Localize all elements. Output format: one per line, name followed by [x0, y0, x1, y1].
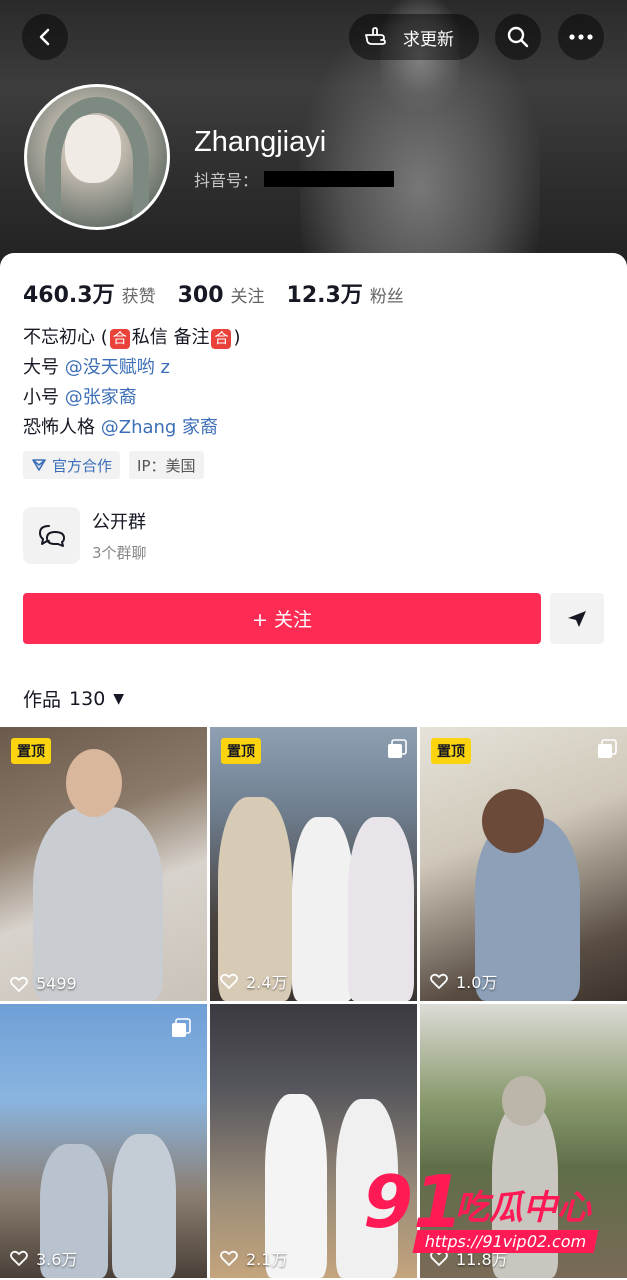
bio-line-1-mid: 私信 备注 — [131, 327, 210, 348]
bio-line-2-prefix: 大号 — [23, 357, 65, 378]
tile-2-person-2 — [292, 817, 354, 1001]
video-likes-count: 2.4万 — [246, 973, 288, 992]
hand-point-icon — [365, 27, 386, 45]
stat-following-value: 300 — [177, 283, 224, 308]
bio-line-4-prefix: 恐怖人格 — [23, 417, 101, 438]
video-likes-count: 3.6万 — [36, 1250, 78, 1269]
bio-line-4: 恐怖人格 @Zhang 家裔 — [23, 413, 241, 443]
request-update-button[interactable]: 求更新 — [349, 14, 479, 60]
search-button[interactable] — [495, 14, 541, 60]
stat-likes[interactable]: 460.3万 获赞 — [23, 277, 156, 309]
bio-link-main-account[interactable]: @没天赋哟 z — [65, 357, 170, 378]
multi-image-icon — [388, 739, 407, 758]
heart-icon — [220, 1250, 238, 1266]
username: Zhangjiayi — [194, 126, 327, 158]
more-button[interactable] — [558, 14, 604, 60]
heart-icon — [10, 976, 28, 992]
pinned-badge: 置顶 — [431, 738, 471, 764]
heart-icon — [430, 973, 448, 989]
bio-glyph-2: 合 — [211, 329, 232, 349]
follow-button[interactable]: + 关注 — [23, 593, 541, 644]
douyin-id-label: 抖音号： — [194, 171, 259, 190]
bio-link-persona-account[interactable]: @Zhang 家裔 — [101, 417, 218, 438]
bio-line-3-prefix: 小号 — [23, 387, 65, 408]
public-group-entry[interactable]: 公开群 3个群聊 — [23, 507, 147, 564]
bio-glyph-1: 合 — [109, 329, 130, 349]
stat-followers-value: 12.3万 — [286, 283, 363, 308]
more-dots-icon — [569, 34, 593, 40]
search-icon — [507, 26, 529, 48]
tile-1-person — [33, 807, 163, 1001]
works-label: 作品 — [23, 689, 62, 711]
stat-following[interactable]: 300 关注 — [178, 282, 265, 308]
watermark-text: 吃瓜中心 — [455, 1188, 591, 1228]
bio: 不忘初心 (合私信 备注合) 大号 @没天赋哟 z 小号 @张家裔 恐怖人格 @… — [23, 323, 241, 443]
heart-icon — [220, 973, 238, 989]
avatar-face — [65, 115, 121, 183]
tag-official-cooperation[interactable]: 官方合作 — [23, 451, 121, 479]
tile-3-head — [482, 789, 544, 853]
bio-line-1-suffix: ) — [233, 327, 241, 348]
bio-line-3: 小号 @张家裔 — [23, 383, 241, 413]
video-likes: 5499 — [10, 974, 77, 993]
group-chat-icon-box — [23, 507, 80, 564]
bio-line-1-prefix: 不忘初心 ( — [23, 327, 108, 348]
multi-image-icon — [172, 1018, 191, 1037]
video-tile-2[interactable]: 置顶 2.4万 — [210, 727, 417, 1001]
group-title: 公开群 — [92, 512, 146, 533]
video-likes-count: 2.1万 — [246, 1250, 288, 1269]
back-button[interactable] — [22, 14, 68, 60]
stat-likes-label: 获赞 — [121, 287, 156, 307]
video-likes: 2.4万 — [220, 969, 287, 993]
tag-ip-label: IP：美国 — [137, 456, 196, 475]
chevron-left-icon — [39, 28, 50, 46]
stats-row: 460.3万 获赞 300 关注 12.3万 粉丝 — [23, 277, 426, 309]
watermark-url: https://91vip02.com — [412, 1230, 599, 1253]
works-tab[interactable]: 作品 130 ▼ — [23, 685, 124, 712]
tile-2-person-3 — [348, 817, 414, 1001]
bio-line-2: 大号 @没天赋哟 z — [23, 353, 241, 383]
video-likes: 3.6万 — [10, 1246, 77, 1270]
avatar[interactable] — [24, 84, 170, 230]
official-cooperation-icon — [32, 459, 46, 471]
request-update-label: 求更新 — [403, 29, 454, 50]
send-arrow-icon — [568, 610, 586, 627]
chat-bubbles-icon — [38, 524, 65, 547]
group-text: 公开群 3个群聊 — [92, 508, 147, 563]
video-tile-4[interactable]: 3.6万 — [0, 1004, 207, 1278]
bio-link-alt-account[interactable]: @张家裔 — [65, 387, 137, 408]
pinned-badge: 置顶 — [11, 738, 51, 764]
share-button[interactable] — [550, 593, 604, 644]
stat-following-label: 关注 — [230, 287, 265, 307]
video-likes-count: 1.0万 — [456, 973, 498, 992]
pinned-badge: 置顶 — [221, 738, 261, 764]
multi-image-icon — [598, 739, 617, 758]
video-likes: 1.0万 — [430, 969, 497, 993]
profile-tags: 官方合作 IP：美国 — [23, 451, 213, 479]
tag-official-label: 官方合作 — [52, 456, 113, 475]
caret-down-icon: ▼ — [113, 690, 125, 707]
heart-icon — [10, 1250, 28, 1266]
stat-followers[interactable]: 12.3万 粉丝 — [287, 277, 404, 309]
works-count: 130 — [69, 687, 106, 710]
watermark: 91 吃瓜中心 https://91vip02.com — [355, 1160, 615, 1260]
video-tile-1[interactable]: 置顶 5499 — [0, 727, 207, 1001]
bio-line-1: 不忘初心 (合私信 备注合) — [23, 323, 241, 353]
tile-4-person-2 — [112, 1134, 176, 1278]
stat-likes-value: 460.3万 — [23, 283, 115, 308]
tile-6-head — [502, 1076, 546, 1126]
group-subtitle: 3个群聊 — [92, 544, 147, 562]
video-likes-count: 5499 — [36, 974, 77, 993]
tile-1-head — [66, 749, 122, 817]
douyin-id[interactable]: 抖音号： — [194, 167, 395, 191]
tag-ip-location: IP：美国 — [129, 451, 204, 479]
video-likes: 2.1万 — [220, 1246, 287, 1270]
douyin-id-redacted — [264, 171, 395, 187]
video-tile-3[interactable]: 置顶 1.0万 — [420, 727, 627, 1001]
stat-followers-label: 粉丝 — [369, 287, 404, 307]
